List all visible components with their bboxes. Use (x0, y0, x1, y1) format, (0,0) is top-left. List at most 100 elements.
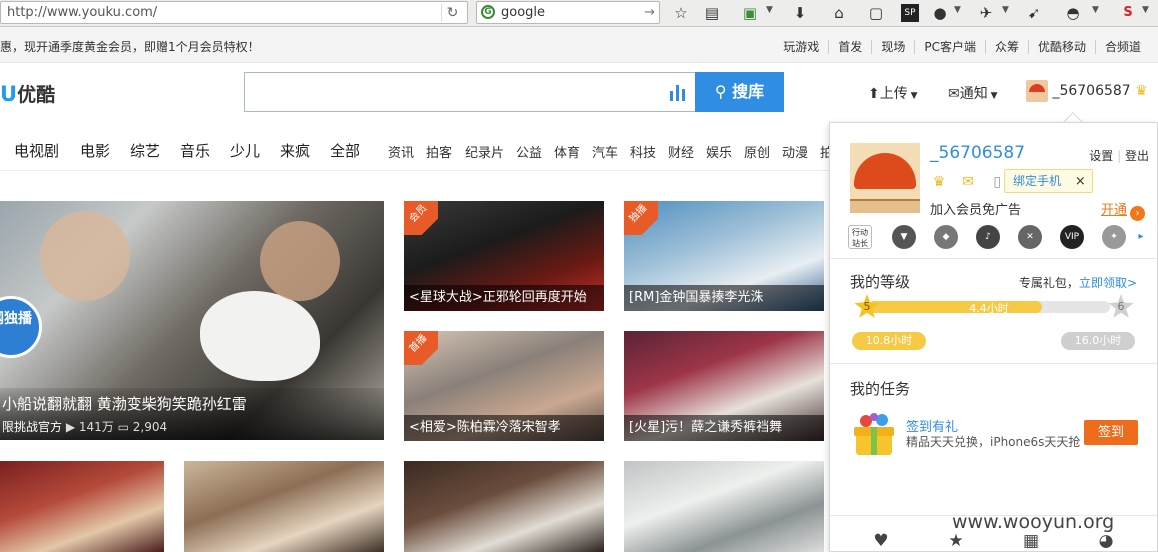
chevron-down-icon: ▼ (907, 91, 918, 101)
vip-medal-icon[interactable]: VIP (1060, 225, 1084, 249)
channel-nav: 电视剧 电影 综艺 音乐 少儿 来疯 全部 资讯 拍客 纪录片 公益 体育 汽车… (0, 130, 833, 168)
home-icon[interactable]: ⌂ (829, 3, 849, 23)
notify-menu[interactable]: ✉通知 ▼ (948, 83, 998, 103)
tile-badge: 首播 (404, 331, 438, 365)
next-level-hours: 16.0小时 (1061, 332, 1135, 350)
fox-medal-icon[interactable]: ◆ (934, 225, 958, 249)
reading-list-icon[interactable]: ▤ (702, 3, 722, 23)
video-tile[interactable]: 首播 <相爱>陈柏霖冷落宋智孝 (404, 331, 604, 441)
open-vip-link[interactable]: 开通 › (1101, 199, 1145, 221)
checkin-button[interactable]: 签到 (1084, 420, 1138, 445)
logout-link[interactable]: 登出 (1125, 149, 1149, 163)
nav-sub-tech[interactable]: 科技 (630, 142, 656, 161)
close-icon[interactable]: × (1075, 174, 1086, 189)
nav-item-all[interactable]: 全部 (330, 140, 360, 161)
feature-title[interactable]: 小船说翻就翻 黄渤变柴狗笑跪孙红雷 (2, 393, 247, 414)
sp-icon[interactable]: SP (901, 4, 919, 22)
chevron-down-icon[interactable]: ▼ (1092, 5, 1099, 15)
pocket-icon[interactable]: ▢ (866, 3, 886, 23)
station-medal-icon[interactable]: 行动 站长 (848, 225, 872, 249)
settings-link[interactable]: 设置 (1089, 149, 1113, 163)
video-tile[interactable] (624, 461, 824, 552)
search-button[interactable]: ⚲ 搜库 (695, 72, 784, 112)
feature-video[interactable]: 网独播 小船说翻就翻 黄渤变柴狗笑跪孙红雷 限挑战官方 ▶ 141万 ▭ 2,9… (0, 201, 384, 440)
ghost-icon[interactable]: ● (930, 3, 950, 23)
addon-icon[interactable]: ▣ (740, 3, 760, 23)
nav-sub-sports[interactable]: 体育 (554, 142, 580, 161)
top-link-crowdfund[interactable]: 众筹 (984, 40, 1028, 54)
video-tile[interactable]: [火星]污！薛之谦秀裤裆舞 (624, 331, 824, 441)
panel-avatar[interactable] (850, 143, 920, 213)
gift-claim-link[interactable]: 立即领取> (1079, 276, 1137, 290)
download-icon[interactable]: ⬇ (790, 3, 810, 23)
site-search-input[interactable] (244, 72, 696, 112)
nav-sub-paike[interactable]: 拍客 (426, 142, 452, 161)
top-link-pc-client[interactable]: PC客户端 (914, 40, 985, 54)
feature-comments: 2,904 (132, 420, 168, 434)
user-dropdown-panel: _56706587 设置 | 登出 ♛ ✉ ▯ 绑定手机 × 加入会员免广告 开… (829, 122, 1158, 552)
reload-icon[interactable]: ↻ (441, 4, 463, 22)
bird-icon[interactable]: ✈ (976, 3, 996, 23)
s-shield-icon[interactable]: S (1118, 3, 1138, 23)
bind-phone-tooltip[interactable]: 绑定手机 × (1004, 169, 1093, 193)
vip-crown-icon[interactable]: ♛ (930, 173, 948, 191)
promo-bar: 惠，现开通季度黄金会员，即赠1个月会员特权！ 玩游戏 首发 现场 PC客户端 众筹 优酷移… (0, 27, 1158, 63)
url-bar[interactable]: http://www.youku.com/ ↻ (0, 1, 468, 24)
video-tile[interactable] (184, 461, 384, 552)
nav-sub-auto[interactable]: 汽车 (592, 142, 618, 161)
video-tile[interactable] (404, 461, 604, 552)
chat-icon[interactable]: ◕ (1095, 531, 1117, 551)
user-menu[interactable]: _56706587 ♛ (1026, 80, 1148, 104)
music-medal-icon[interactable]: ♪ (976, 225, 1000, 249)
site-logo[interactable]: U优酷 (0, 80, 55, 107)
hat-icon[interactable]: ◓ (1063, 3, 1083, 23)
chevron-down-icon[interactable]: ▼ (1142, 5, 1149, 15)
nav-item-variety[interactable]: 综艺 (130, 140, 160, 161)
bar-chart-icon[interactable] (669, 83, 687, 101)
nav-sub-documentary[interactable]: 纪录片 (465, 142, 504, 161)
tile-caption: <相爱>陈柏霖冷落宋智孝 (404, 415, 604, 441)
current-level-hours: 10.8小时 (852, 332, 926, 350)
cursor-icon[interactable]: ➹ (1024, 3, 1044, 23)
badge-medal-icon[interactable]: ✦ (1102, 225, 1126, 249)
nav-sub-finance[interactable]: 财经 (668, 142, 694, 161)
nav-sub-anime[interactable]: 动漫 (782, 142, 808, 161)
top-link-live[interactable]: 现场 (871, 40, 915, 54)
chevron-down-icon[interactable]: ▼ (954, 5, 961, 15)
browser-search-field[interactable]: G google → (476, 1, 660, 24)
nav-item-tv[interactable]: 电视剧 (14, 140, 59, 161)
panel-username[interactable]: _56706587 (930, 143, 1025, 163)
nav-item-music[interactable]: 音乐 (180, 140, 210, 161)
feature-channel[interactable]: 限挑战官方 (2, 420, 62, 434)
promo-text[interactable]: 惠，现开通季度黄金会员，即赠1个月会员特权！ (0, 38, 260, 55)
nav-sub-ent[interactable]: 娱乐 (706, 142, 732, 161)
bind-phone-label[interactable]: 绑定手机 (1013, 174, 1061, 188)
x-medal-icon[interactable]: ✕ (1018, 225, 1042, 249)
nav-sub-news[interactable]: 资讯 (388, 142, 414, 161)
chevron-down-icon[interactable]: ▼ (766, 5, 773, 15)
go-arrow-icon[interactable]: → (644, 2, 655, 23)
star-icon[interactable]: ☆ (671, 3, 691, 23)
nav-item-kids[interactable]: 少儿 (230, 140, 260, 161)
video-tile[interactable]: 独播 [RM]金钟国暴揍李光洙 (624, 201, 824, 311)
wolf-medal-icon[interactable]: ▼ (892, 225, 916, 249)
video-tile[interactable] (0, 461, 164, 552)
nav-sub-original[interactable]: 原创 (744, 142, 770, 161)
open-vip-label: 开通 (1100, 203, 1127, 218)
top-link-premiere[interactable]: 首发 (828, 40, 872, 54)
chevron-right-icon[interactable]: ▸ (1134, 225, 1148, 249)
top-link-games[interactable]: 玩游戏 (774, 40, 828, 54)
chevron-down-icon[interactable]: ▼ (1002, 5, 1009, 15)
favorite-icon[interactable]: ♥ (870, 531, 892, 551)
top-link-mobile[interactable]: 优酷移动 (1027, 40, 1095, 54)
nav-sub-charity[interactable]: 公益 (516, 142, 542, 161)
verified-mail-icon[interactable]: ✉ (959, 173, 977, 191)
search-engine-icon[interactable]: G (481, 5, 495, 19)
nav-item-movie[interactable]: 电影 (80, 140, 110, 161)
video-tile[interactable]: 会员 <星球大战>正邪轮回再度开始 (404, 201, 604, 311)
star-icon[interactable]: ★ (945, 531, 967, 551)
nav-item-laifeng[interactable]: 来疯 (280, 140, 310, 161)
grid-icon[interactable]: ▦ (1020, 531, 1042, 551)
upload-menu[interactable]: ⬆上传 ▼ (868, 83, 918, 103)
top-link-channel[interactable]: 合频道 (1094, 40, 1150, 54)
